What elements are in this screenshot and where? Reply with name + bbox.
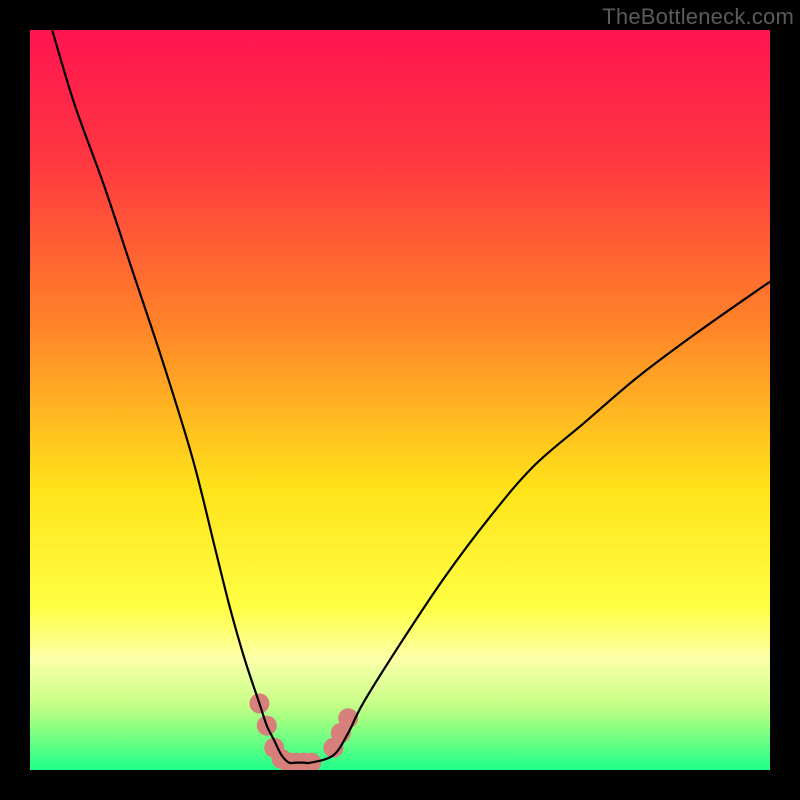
chart-curve-layer [30, 30, 770, 770]
bottleneck-curve [52, 30, 770, 763]
chart-frame: TheBottleneck.com [0, 0, 800, 800]
plot-area [30, 30, 770, 770]
attribution-text: TheBottleneck.com [602, 4, 794, 30]
data-markers [249, 693, 358, 770]
